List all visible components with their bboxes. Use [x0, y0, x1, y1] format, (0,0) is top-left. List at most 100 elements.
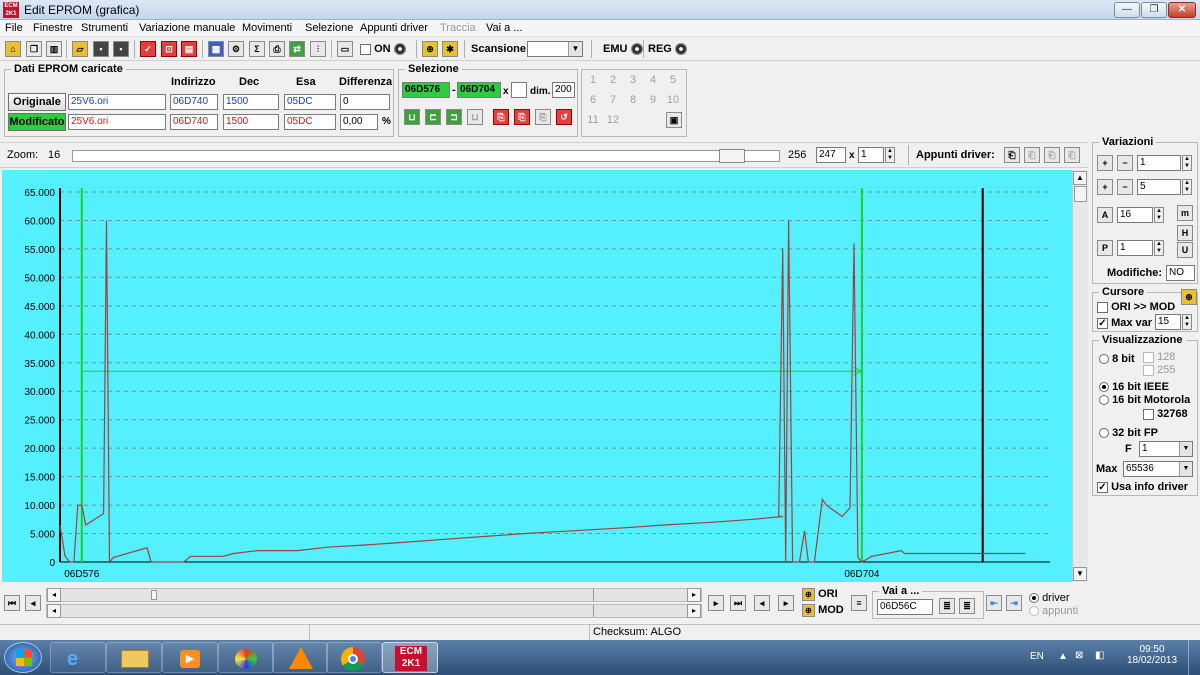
menu-selezione[interactable]: Selezione — [305, 22, 353, 34]
var-step-1-spinner[interactable]: ▲ ▼ — [1182, 155, 1192, 171]
clock[interactable]: 09:50 18/02/2013 — [1127, 644, 1177, 666]
var-step-1-field[interactable]: 1 — [1137, 155, 1181, 171]
runner-icon[interactable]: ✱ — [442, 41, 458, 57]
table-icon[interactable]: ▤ — [181, 41, 197, 57]
language-indicator[interactable]: EN — [1030, 651, 1044, 662]
originale-dec-field[interactable]: 1500 — [223, 94, 279, 110]
flag-icon[interactable]: ≡ — [851, 595, 867, 611]
var-p-field[interactable]: 1 — [1117, 240, 1153, 256]
select-right-icon[interactable]: ⊐ — [446, 109, 462, 125]
max-var-toggle[interactable]: ✓ Max var — [1097, 317, 1152, 329]
var-h-icon[interactable]: H — [1177, 225, 1193, 241]
vai-a-field[interactable]: 06D56C — [877, 599, 933, 615]
selezione-mult-field[interactable] — [511, 82, 527, 98]
radio-16bit-motorola-circle[interactable] — [1099, 395, 1109, 406]
print-icon[interactable]: ⎙ — [269, 41, 285, 57]
select-left-icon[interactable]: ⊏ — [425, 109, 441, 125]
modificato-indirizzo-field[interactable]: 06D740 — [170, 114, 218, 130]
cursor-left-icon[interactable]: ⇤ — [986, 595, 1002, 611]
ori-mod-checkbox[interactable] — [1097, 301, 1108, 313]
goto-ori-icon[interactable]: ≣ — [939, 598, 955, 614]
modificato-esa-field[interactable]: 05DC — [284, 114, 336, 130]
radio-16bit-ieee[interactable]: 16 bit IEEE — [1099, 381, 1169, 393]
var-step-2-field[interactable]: 5 — [1137, 179, 1181, 195]
monitor-icon[interactable]: ▭ — [337, 41, 353, 57]
usa-info-driver-toggle[interactable]: ✓ Usa info driver — [1097, 481, 1188, 493]
var-a-spinner[interactable]: ▲ ▼ — [1154, 207, 1164, 223]
hscroll-top-thumb[interactable] — [151, 590, 157, 600]
var-p-icon[interactable]: P — [1097, 240, 1113, 256]
maximize-button[interactable]: ❐ — [1141, 2, 1167, 18]
on-checkbox[interactable] — [360, 43, 371, 55]
panel-icon[interactable]: ▥ — [46, 41, 62, 57]
hscroll-top-left-icon[interactable]: ◂ — [47, 588, 61, 602]
modificato-dec-field[interactable]: 1500 — [223, 114, 279, 130]
menu-movimenti[interactable]: Movimenti — [242, 22, 292, 34]
compare-icon[interactable]: ⊡ — [161, 41, 177, 57]
var-add-icon[interactable]: + — [1097, 155, 1113, 171]
driver-copy-icon[interactable]: ⎗ — [1004, 147, 1020, 163]
opt-32768-checkbox[interactable] — [1143, 408, 1154, 420]
taskbar-paint[interactable] — [218, 642, 274, 673]
mod-lock-icon[interactable]: ⊕ — [802, 604, 815, 617]
save-icon[interactable]: ▪ — [93, 41, 109, 57]
opt-32768[interactable]: 32768 — [1143, 408, 1188, 420]
hscroll-top[interactable]: ◂ ▸ — [46, 588, 702, 602]
mod-toggle[interactable]: ⊕ MOD — [802, 604, 844, 617]
dim-field[interactable]: 200 — [552, 82, 575, 98]
taskbar-vlc[interactable] — [272, 642, 328, 673]
close-button[interactable]: ✕ — [1168, 2, 1196, 18]
graph-icon[interactable]: ⫶ — [310, 41, 326, 57]
modificato-button[interactable]: Modificato — [8, 113, 66, 131]
home-icon[interactable]: ⌂ — [5, 41, 21, 57]
zoom-mult-field[interactable]: 1 — [858, 147, 884, 163]
originale-indirizzo-field[interactable]: 06D740 — [170, 94, 218, 110]
minimize-button[interactable]: — — [1114, 2, 1140, 18]
chart-vertical-scrollbar[interactable]: ▲ ▼ — [1072, 170, 1088, 582]
ori-toggle[interactable]: ⊕ ORI — [802, 588, 838, 601]
var-u-icon[interactable]: U — [1177, 242, 1193, 258]
prev-page-icon[interactable]: ◂ — [25, 595, 41, 611]
next-page-icon[interactable]: ▸ — [708, 595, 724, 611]
originale-button[interactable]: Originale — [8, 93, 66, 111]
network-icon[interactable]: ⊠ — [1075, 650, 1083, 661]
hscroll-bottom[interactable]: ◂ ▸ — [46, 604, 702, 618]
prev-diff-icon[interactable]: ◂ — [754, 595, 770, 611]
copy-ori-icon[interactable]: ⎘ — [493, 109, 509, 125]
radio-32bit-circle[interactable] — [1099, 428, 1109, 439]
var-p-spinner[interactable]: ▲ ▼ — [1154, 240, 1164, 256]
undo-icon[interactable]: ↺ — [556, 109, 572, 125]
menu-finestre[interactable]: Finestre — [33, 22, 73, 34]
max-var-field[interactable]: 15 — [1155, 314, 1181, 330]
chevron-down-icon[interactable]: ▼ — [1179, 462, 1192, 476]
eprom-line-chart[interactable]: 0 5.000 10.000 15.000 20.000 25.000 30.000 35.0… — [2, 170, 1072, 582]
originale-diff-field[interactable]: 0 — [340, 94, 390, 110]
transfer-icon[interactable]: ⇄ — [289, 41, 305, 57]
radio-16bit-ieee-circle[interactable] — [1099, 382, 1109, 393]
max-var-checkbox[interactable]: ✓ — [1097, 317, 1108, 329]
last-page-icon[interactable]: ⏭ — [730, 595, 746, 611]
cursore-lock-icon[interactable]: ⊕ — [1181, 289, 1197, 305]
calculator-icon[interactable]: ▦ — [208, 41, 224, 57]
tools-icon[interactable]: ⚙ — [228, 41, 244, 57]
chart-area[interactable]: 0 5.000 10.000 15.000 20.000 25.000 30.000 35.0… — [2, 170, 1072, 582]
menu-strumenti[interactable]: Strumenti — [81, 22, 128, 34]
modificato-file-field[interactable]: 25V6.ori — [68, 114, 166, 130]
var-sub5-icon[interactable]: − — [1117, 179, 1133, 195]
sum-icon[interactable]: Σ — [249, 41, 265, 57]
modificato-diff-field[interactable]: 0,00 — [340, 114, 378, 130]
menu-appunti-driver[interactable]: Appunti driver — [360, 22, 428, 34]
chevron-down-icon[interactable]: ▼ — [568, 42, 582, 56]
originale-file-field[interactable]: 25V6.ori — [68, 94, 166, 110]
zoom-slider[interactable] — [72, 149, 780, 163]
scroll-down-icon[interactable]: ▼ — [1073, 567, 1087, 581]
ori-lock-icon[interactable]: ⊕ — [802, 588, 815, 601]
chevron-down-icon[interactable]: ▼ — [1179, 442, 1192, 456]
var-a-field[interactable]: 16 — [1117, 207, 1153, 223]
scroll-thumb[interactable] — [1074, 186, 1087, 202]
taskbar-ie[interactable]: e — [50, 642, 106, 673]
var-a-icon[interactable]: A — [1097, 207, 1113, 223]
zoom-mult-spinner[interactable]: ▲ ▼ — [885, 147, 895, 163]
hscroll-bottom-left-icon[interactable]: ◂ — [47, 604, 61, 618]
radio-8bit[interactable]: 8 bit — [1099, 353, 1135, 365]
